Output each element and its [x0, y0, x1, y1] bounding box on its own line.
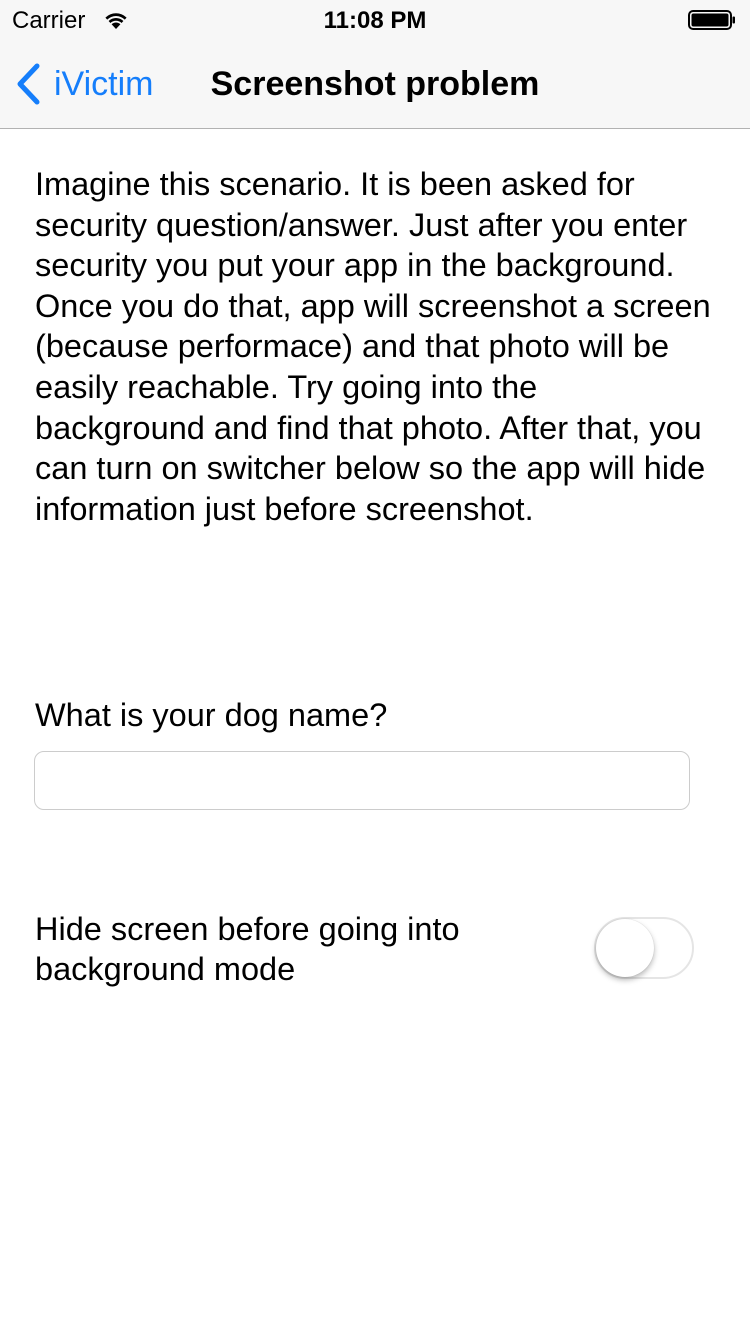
- navigation-bar: iVictim Screenshot problem: [0, 40, 750, 128]
- hide-screen-label: Hide screen before going into background…: [35, 911, 460, 987]
- security-question-label: What is your dog name?: [35, 697, 388, 733]
- status-time: 11:08 PM: [323, 7, 427, 34]
- page-title: Screenshot problem: [210, 65, 540, 103]
- dog-name-input[interactable]: [34, 751, 690, 810]
- status-bar: Carrier 11:08 PM: [0, 0, 750, 40]
- scenario-description: Imagine this scenario. It is been asked …: [35, 166, 711, 527]
- top-bar: Carrier 11:08 PM iVictim Screenshot prob…: [0, 0, 750, 129]
- hide-screen-switch[interactable]: [594, 917, 694, 979]
- switch-knob: [596, 919, 654, 977]
- battery-full-icon: [688, 10, 735, 30]
